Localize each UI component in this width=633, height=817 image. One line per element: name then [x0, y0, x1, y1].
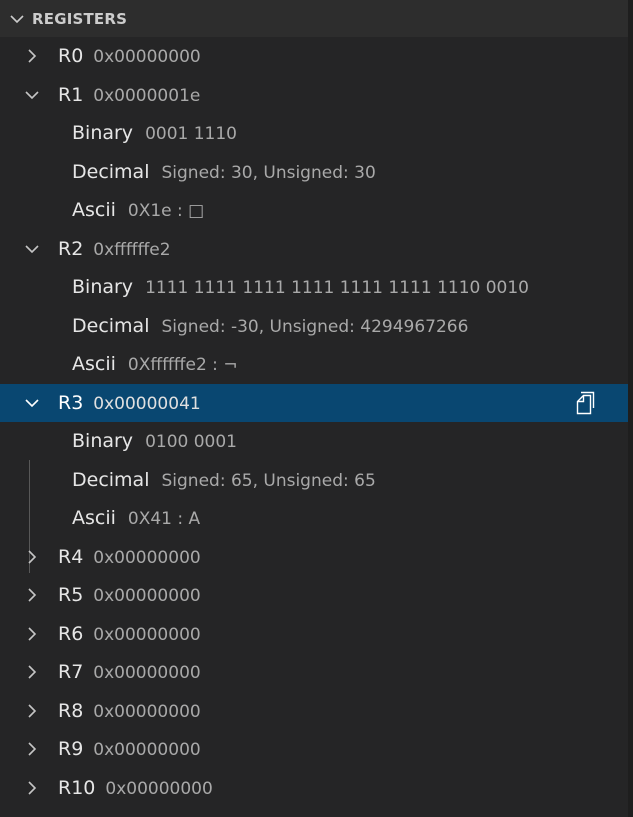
- chevron-right-icon[interactable]: [22, 547, 42, 567]
- register-detail-decimal[interactable]: Decimal Signed: -30, Unsigned: 429496726…: [0, 307, 628, 346]
- chevron-right-icon[interactable]: [22, 701, 42, 721]
- detail-label: Binary: [72, 276, 134, 299]
- register-detail-ascii[interactable]: Ascii 0X41 : A: [0, 499, 628, 538]
- register-name: R2: [58, 237, 84, 260]
- chevron-right-icon[interactable]: [22, 662, 42, 682]
- registers-panel: REGISTERS R0 0x00000000 R1 0x0000001e Bi…: [0, 0, 633, 817]
- chevron-down-icon[interactable]: [22, 239, 42, 259]
- register-name: R6: [58, 622, 84, 645]
- chevron-down-icon[interactable]: [6, 8, 28, 30]
- register-detail-binary[interactable]: Binary 1111 1111 1111 1111 1111 1111 111…: [0, 268, 628, 307]
- register-row-r5[interactable]: R5 0x00000000: [0, 576, 628, 615]
- detail-value: 0Xffffffe2 : ¬: [127, 355, 238, 376]
- register-name: R4: [58, 545, 84, 568]
- detail-value: 0X41 : A: [127, 509, 201, 530]
- register-name: R0: [58, 45, 84, 68]
- register-row-r6[interactable]: R6 0x00000000: [0, 615, 628, 654]
- registers-tree: R0 0x00000000 R1 0x0000001e Binary 0001 …: [0, 37, 628, 807]
- register-name: R1: [58, 83, 84, 106]
- register-detail-decimal[interactable]: Decimal Signed: 65, Unsigned: 65: [0, 461, 628, 500]
- register-name: R8: [58, 699, 84, 722]
- register-row-r3[interactable]: R3 0x00000041: [0, 383, 628, 422]
- register-value: 0xffffffe2: [93, 239, 171, 260]
- register-row-r4[interactable]: R4 0x00000000: [0, 538, 628, 577]
- register-detail-decimal[interactable]: Decimal Signed: 30, Unsigned: 30: [0, 153, 628, 192]
- register-value: 0x0000001e: [93, 85, 201, 106]
- detail-label: Binary: [72, 430, 134, 453]
- register-name: R5: [58, 584, 84, 607]
- register-row-r10[interactable]: R10 0x00000000: [0, 769, 628, 808]
- detail-label: Ascii: [72, 199, 116, 222]
- registers-title: REGISTERS: [32, 9, 128, 28]
- register-row-r8[interactable]: R8 0x00000000: [0, 692, 628, 731]
- detail-value: 1111 1111 1111 1111 1111 1111 1110 0010: [145, 278, 529, 299]
- register-detail-ascii[interactable]: Ascii 0Xffffffe2 : ¬: [0, 345, 628, 384]
- detail-label: Ascii: [72, 353, 116, 376]
- register-name: R9: [58, 738, 84, 761]
- detail-value: Signed: -30, Unsigned: 4294967266: [161, 316, 469, 337]
- register-value: 0x00000000: [93, 47, 201, 68]
- detail-value: Signed: 30, Unsigned: 30: [161, 162, 376, 183]
- chevron-right-icon[interactable]: [22, 585, 42, 605]
- register-row-r0[interactable]: R0 0x00000000: [0, 37, 628, 76]
- register-detail-binary[interactable]: Binary 0001 1110: [0, 114, 628, 153]
- chevron-right-icon[interactable]: [22, 46, 42, 66]
- chevron-right-icon[interactable]: [22, 624, 42, 644]
- detail-value: 0001 1110: [145, 124, 237, 145]
- detail-value: 0X1e : □: [127, 201, 205, 222]
- detail-value: 0100 0001: [145, 432, 237, 453]
- chevron-down-icon[interactable]: [22, 85, 42, 105]
- chevron-right-icon[interactable]: [22, 739, 42, 759]
- register-value: 0x00000000: [93, 624, 201, 645]
- register-detail-binary[interactable]: Binary 0100 0001: [0, 422, 628, 461]
- register-value: 0x00000000: [93, 740, 201, 761]
- register-detail-ascii[interactable]: Ascii 0X1e : □: [0, 191, 628, 230]
- detail-label: Decimal: [72, 468, 150, 491]
- register-name: R7: [58, 661, 84, 684]
- register-value: 0x00000041: [93, 393, 201, 414]
- register-value: 0x00000000: [93, 701, 201, 722]
- register-value: 0x00000000: [93, 663, 201, 684]
- register-row-r2[interactable]: R2 0xffffffe2: [0, 230, 628, 269]
- chevron-right-icon[interactable]: [22, 778, 42, 798]
- detail-value: Signed: 65, Unsigned: 65: [161, 470, 376, 491]
- detail-label: Decimal: [72, 314, 150, 337]
- detail-label: Binary: [72, 122, 134, 145]
- register-value: 0x00000000: [93, 547, 201, 568]
- register-value: 0x00000000: [105, 778, 213, 799]
- register-row-r9[interactable]: R9 0x00000000: [0, 730, 628, 769]
- register-name: R10: [58, 776, 96, 799]
- register-name: R3: [58, 391, 84, 414]
- chevron-down-icon[interactable]: [22, 393, 42, 413]
- detail-label: Decimal: [72, 160, 150, 183]
- copy-icon[interactable]: [574, 390, 598, 416]
- register-row-r7[interactable]: R7 0x00000000: [0, 653, 628, 692]
- registers-header[interactable]: REGISTERS: [0, 0, 628, 37]
- register-row-r1[interactable]: R1 0x0000001e: [0, 76, 628, 115]
- detail-label: Ascii: [72, 507, 116, 530]
- scrollbar[interactable]: [628, 0, 633, 817]
- register-value: 0x00000000: [93, 586, 201, 607]
